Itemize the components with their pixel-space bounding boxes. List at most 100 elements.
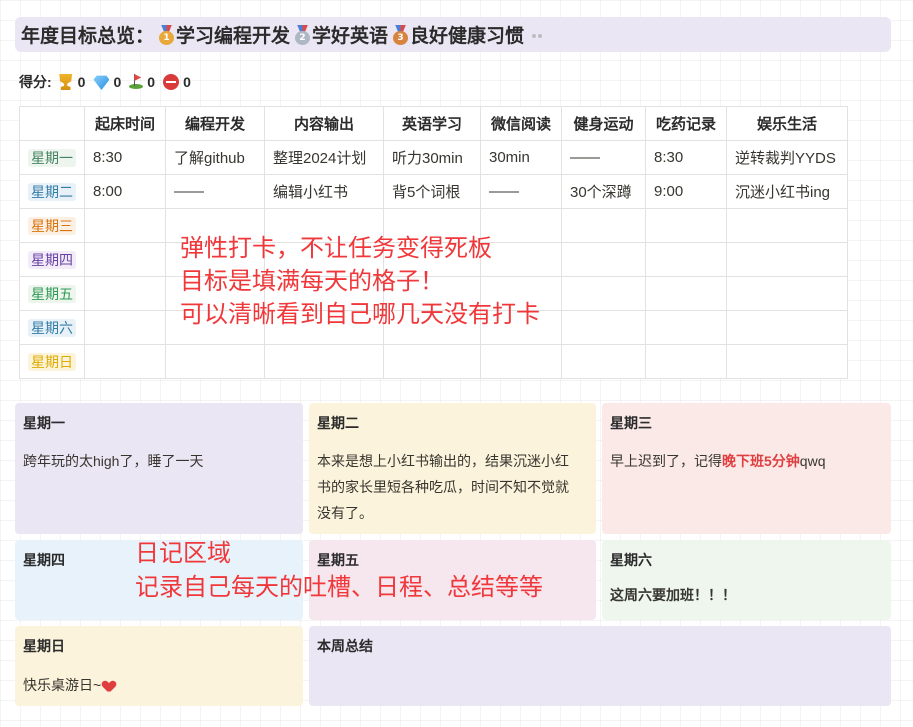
day-cell[interactable]: 星期二 [19,174,85,209]
gold-medal-icon: 1 [158,24,175,45]
column-header [19,106,85,141]
diary-card-saturday[interactable]: 星期六 这周六要加班！！！ [602,540,891,620]
table-cell[interactable]: 8:00 [84,174,166,209]
score-label: 得分: [19,74,52,90]
no-entry-icon [163,74,180,90]
table-row: 星期二 8:00 —— 编辑小红书 背5个词根 —— 30个深蹲 9:00 沉迷… [19,174,848,209]
table-cell[interactable]: 9:00 [645,174,727,209]
diary-card-title: 星期日 [23,638,65,654]
table-cell[interactable] [645,310,727,345]
annotation-line: 记录自己每天的吐槽、日程、总结等等 [135,573,543,601]
column-header[interactable]: 起床时间 [84,106,166,141]
table-cell[interactable] [561,242,646,277]
diary-card-body: 早上迟到了，记得晚下班5分钟qwq [610,453,826,469]
diary-card-wednesday[interactable]: 星期三 早上迟到了，记得晚下班5分钟qwq [602,403,891,534]
table-cell[interactable] [84,344,166,379]
diary-card-title: 本周总结 [317,638,373,654]
table-cell[interactable] [561,310,646,345]
golf-flag-icon [129,74,144,90]
heart-icon [103,681,115,692]
score-noentry-value: 0 [183,74,191,90]
table-cell[interactable] [264,344,384,379]
diary-card-monday[interactable]: 星期一 跨年玩的太high了，睡了一天 [15,403,303,534]
table-row: 星期一 8:30 了解github 整理2024计划 听力30min 30min… [19,140,848,175]
table-cell[interactable]: 30个深蹲 [561,174,646,209]
page-title-bar: 年度目标总览： 1 学习编程开发 2 学好英语 3 良好健康习惯 [15,17,891,52]
table-cell[interactable] [84,276,166,311]
diary-card-title: 星期一 [23,415,65,431]
diary-card-weekly-summary[interactable]: 本周总结 [309,626,891,706]
table-cell[interactable]: 背5个词根 [383,174,481,209]
diary-annotation: 日记区域 记录自己每天的吐槽、日程、总结等等 [135,536,543,604]
table-cell[interactable] [84,310,166,345]
table-row: 星期日 [19,344,848,379]
highlight-text: 晚下班5分钟 [722,453,800,469]
table-cell[interactable]: 30min [480,140,562,175]
day-cell[interactable]: 星期日 [19,344,85,379]
column-header[interactable]: 内容输出 [264,106,384,141]
table-cell[interactable]: 8:30 [84,140,166,175]
column-header[interactable]: 吃药记录 [645,106,727,141]
page-title: 年度目标总览： [21,26,155,47]
day-cell[interactable]: 星期一 [19,140,85,175]
table-cell[interactable]: 整理2024计划 [264,140,384,175]
goal-label-3: 良好健康习惯 [410,26,525,47]
diary-card-body: 本来是想上小红书输出的，结果沉迷小红书的家长里短各种吃瓜，时间不知不觉就没有了。 [317,453,569,521]
table-cell[interactable]: —— [480,174,562,209]
table-cell[interactable]: 逆转裁判YYDS [726,140,848,175]
score-trophy-value: 0 [77,74,86,90]
table-cell[interactable] [645,344,727,379]
table-cell[interactable]: —— [561,140,646,175]
diary-card-sunday[interactable]: 星期日 快乐桌游日~ [15,626,303,706]
table-cell[interactable] [726,344,848,379]
day-cell[interactable]: 星期六 [19,310,85,345]
table-cell[interactable]: —— [165,174,265,209]
table-cell[interactable] [561,276,646,311]
diary-card-title: 星期三 [610,415,652,431]
table-cell[interactable]: 听力30min [383,140,481,175]
table-annotation: 弹性打卡，不让任务变得死板 目标是填满每天的格子！ 可以清晰看到自己哪几天没有打… [180,232,540,331]
day-cell[interactable]: 星期三 [19,208,85,243]
score-golf-value: 0 [147,74,156,90]
table-cell[interactable] [165,344,265,379]
more-icon[interactable] [532,31,544,39]
diary-card-title: 星期六 [610,552,652,568]
diary-card-title: 星期二 [317,415,359,431]
table-cell[interactable] [726,208,848,243]
table-cell[interactable]: 编辑小红书 [264,174,384,209]
diary-card-body: 快乐桌游日~ [23,672,295,698]
gem-icon [93,75,110,90]
column-header[interactable]: 微信阅读 [480,106,562,141]
table-cell[interactable] [84,208,166,243]
table-cell[interactable] [726,242,848,277]
table-cell[interactable] [561,344,646,379]
score-row: 得分: 0 0 0 0 [19,72,193,92]
table-cell[interactable] [480,344,562,379]
table-cell[interactable]: 8:30 [645,140,727,175]
table-header-row: 起床时间 编程开发 内容输出 英语学习 微信阅读 健身运动 吃药记录 娱乐生活 [19,106,848,141]
bronze-medal-icon: 3 [392,24,409,45]
table-cell[interactable] [726,310,848,345]
annotation-line: 日记区域 [135,539,231,567]
annotation-line: 弹性打卡，不让任务变得死板 [180,234,492,262]
table-cell[interactable] [726,276,848,311]
column-header[interactable]: 健身运动 [561,106,646,141]
column-header[interactable]: 娱乐生活 [726,106,848,141]
diary-card-tuesday[interactable]: 星期二 本来是想上小红书输出的，结果沉迷小红书的家长里短各种吃瓜，时间不知不觉就… [309,403,596,534]
score-gem-value: 0 [113,74,122,90]
column-header[interactable]: 编程开发 [165,106,265,141]
table-cell[interactable]: 沉迷小红书ing [726,174,848,209]
day-cell[interactable]: 星期五 [19,276,85,311]
table-cell[interactable] [645,208,727,243]
diary-card-body: 这周六要加班！！！ [610,587,736,603]
table-cell[interactable] [645,276,727,311]
annotation-line: 目标是填满每天的格子！ [180,267,444,295]
table-cell[interactable] [84,242,166,277]
table-cell[interactable] [561,208,646,243]
table-cell[interactable] [383,344,481,379]
table-cell[interactable] [645,242,727,277]
goal-label-2: 学好英语 [312,26,389,47]
day-cell[interactable]: 星期四 [19,242,85,277]
column-header[interactable]: 英语学习 [383,106,481,141]
table-cell[interactable]: 了解github [165,140,265,175]
